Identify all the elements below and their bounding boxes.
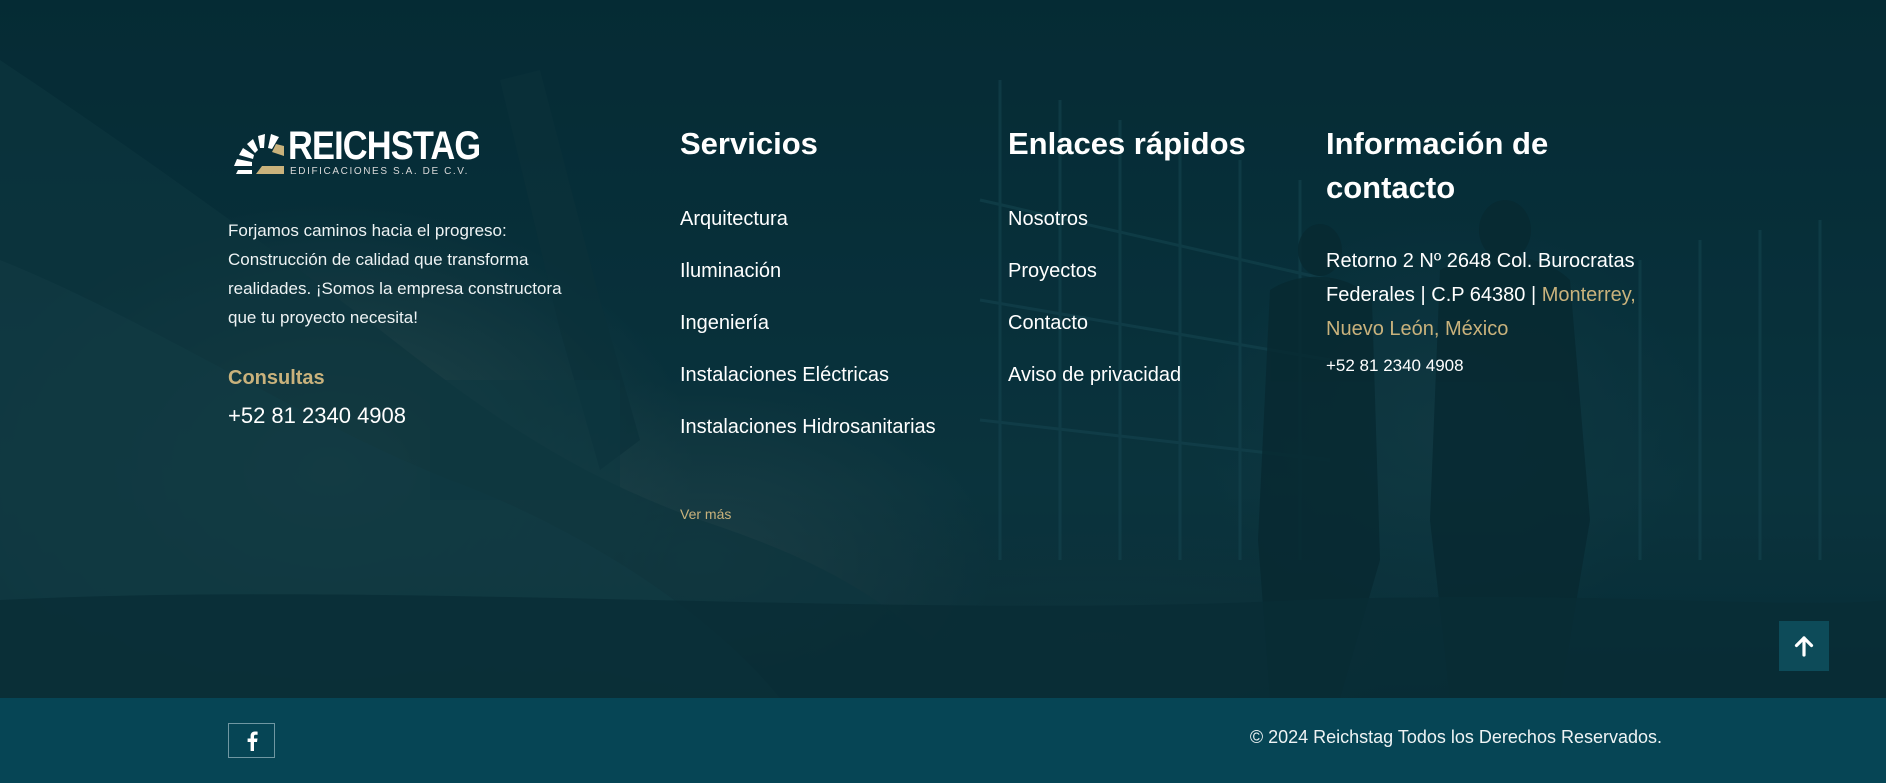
quick-link-contacto[interactable]: Contacto: [1008, 308, 1268, 338]
service-link-instalaciones-electricas[interactable]: Instalaciones Eléctricas: [680, 360, 940, 390]
contact-address: Retorno 2 Nº 2648 Col. Burocratas Federa…: [1326, 244, 1656, 346]
quick-link-nosotros[interactable]: Nosotros: [1008, 204, 1268, 234]
services-title: Servicios: [680, 126, 818, 161]
arrow-up-icon: [1794, 636, 1814, 657]
quick-links-title: Enlaces rápidos: [1008, 126, 1246, 161]
copyright-text: © 2024 Reichstag Todos los Derechos Rese…: [1249, 727, 1662, 747]
brand-description: Forjamos caminos hacia el progreso: Cons…: [228, 221, 562, 327]
reichstag-logo[interactable]: REICHSTAG EDIFICACIONES S.A. DE C.V.: [232, 124, 481, 178]
services-list: Arquitectura Iluminación Ingeniería Inst…: [680, 204, 940, 464]
service-link-iluminacion[interactable]: Iluminación: [680, 256, 940, 286]
scroll-to-top-button[interactable]: [1779, 621, 1829, 671]
consultas-phone-link[interactable]: +52 81 2340 4908: [228, 403, 406, 429]
quick-link-proyectos[interactable]: Proyectos: [1008, 256, 1268, 286]
contact-phone-link[interactable]: +52 81 2340 4908: [1326, 356, 1464, 376]
facebook-icon: [247, 730, 258, 751]
service-link-arquitectura[interactable]: Arquitectura: [680, 204, 940, 234]
footer-main-section: REICHSTAG EDIFICACIONES S.A. DE C.V. For…: [0, 0, 1886, 698]
background-overlay: [0, 0, 1886, 698]
logo-subtitle: EDIFICACIONES S.A. DE C.V.: [290, 166, 470, 177]
logo-wordmark: REICHSTAG: [288, 124, 481, 168]
service-link-instalaciones-hidrosanitarias[interactable]: Instalaciones Hidrosanitarias: [680, 412, 940, 442]
consultas-label: Consultas: [228, 367, 325, 389]
service-link-ingenieria[interactable]: Ingeniería: [680, 308, 940, 338]
ver-mas-link[interactable]: Ver más: [680, 506, 731, 522]
quick-links-list: Nosotros Proyectos Contacto Aviso de pri…: [1008, 204, 1268, 412]
contact-title: Información de contacto: [1326, 126, 1549, 205]
footer-bottom-bar: © 2024 Reichstag Todos los Derechos Rese…: [0, 698, 1886, 783]
logo-fan-icon: [234, 134, 284, 174]
facebook-button[interactable]: [228, 723, 275, 758]
quick-link-aviso-privacidad[interactable]: Aviso de privacidad: [1008, 360, 1268, 390]
site-footer: REICHSTAG EDIFICACIONES S.A. DE C.V. For…: [0, 0, 1886, 783]
